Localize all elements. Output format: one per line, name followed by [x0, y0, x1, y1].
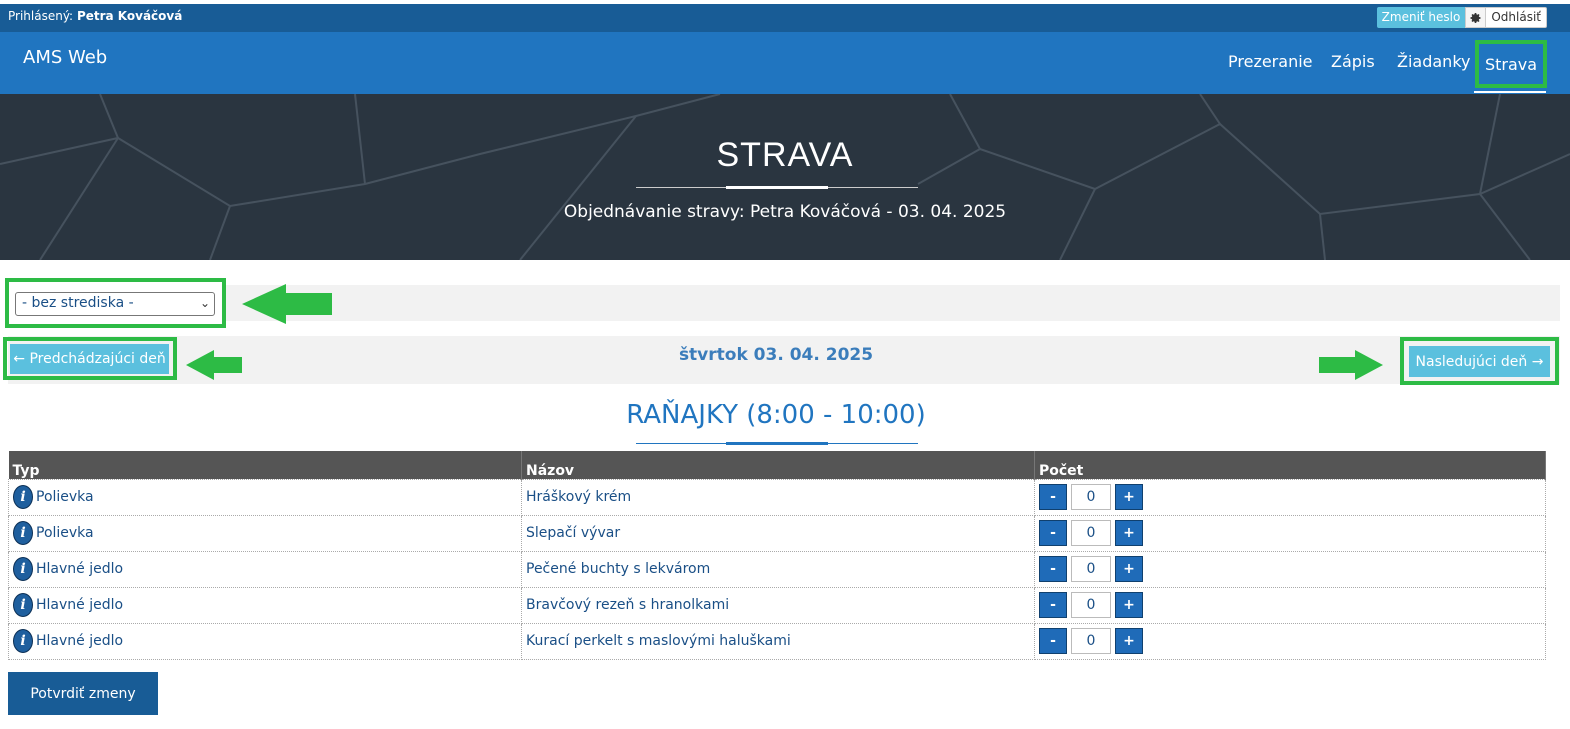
page-subtitle: Objednávanie stravy: Petra Kováčová - 03… — [563, 202, 1007, 222]
increment-button[interactable]: + — [1115, 556, 1143, 582]
table-row: i Hlavné jedlo Kurací perkelt s maslovými… — [8, 622, 1546, 660]
nav-item-strava-label: Strava — [1484, 54, 1538, 74]
cell-type: i Hlavné jedlo — [8, 586, 522, 624]
nav-item-strava[interactable]: Strava — [1475, 40, 1547, 88]
hero-banner: STRAVA Objednávanie stravy: Petra Kováčo… — [0, 94, 1570, 260]
meal-name: Slepačí vývar — [521, 514, 1035, 552]
cell-type: i Hlavné jedlo — [8, 622, 522, 660]
cell-count: -0 + — [1034, 622, 1546, 660]
meal-type[interactable]: Polievka — [36, 489, 94, 505]
meal-type[interactable]: Polievka — [36, 525, 94, 541]
meal-name: Bravčový rezeň s hranolkami — [521, 586, 1035, 624]
column-header-name: Názov — [521, 451, 1035, 479]
meal-table: Typ Názov Počet i Polievka Hráškový krém … — [8, 451, 1546, 660]
cell-count: -0 + — [1034, 586, 1546, 624]
top-bar: Prihlásený: Petra Kováčová Zmeniť heslo … — [0, 0, 1570, 32]
meal-name: Pečené buchty s lekvárom — [521, 550, 1035, 588]
cell-count: -0 + — [1034, 478, 1546, 516]
cell-count: -0 + — [1034, 514, 1546, 552]
table-row: i Hlavné jedlo Bravčový rezeň s hranolkam… — [8, 586, 1546, 624]
filter-bar — [8, 285, 1560, 321]
logout-button[interactable]: Odhlásiť — [1485, 7, 1547, 28]
account-actions: Zmeniť heslo Odhlásiť — [1376, 7, 1547, 28]
quantity-input[interactable]: 0 — [1071, 520, 1111, 546]
arrow-left-icon — [186, 350, 242, 380]
quantity-input[interactable]: 0 — [1071, 556, 1111, 582]
meal-type[interactable]: Hlavné jedlo — [36, 597, 123, 613]
page-title: STRAVA — [716, 136, 854, 174]
meal-type[interactable]: Hlavné jedlo — [36, 633, 123, 649]
active-nav-underline — [1474, 91, 1546, 93]
gear-icon — [1470, 12, 1481, 23]
next-day-highlight: Nasledujúci deň → — [1400, 337, 1559, 385]
decrement-button[interactable]: - — [1039, 484, 1067, 510]
quantity-stepper: -0 + — [1039, 628, 1541, 654]
nav-item-zapis[interactable]: Zápis — [1331, 52, 1375, 71]
center-select-value: - bez strediska - — [22, 295, 134, 311]
main-navbar: AMS Web Prezeranie Zápis Žiadanky Strava — [0, 32, 1570, 94]
title-divider-accent — [726, 186, 828, 189]
settings-button[interactable] — [1465, 7, 1486, 28]
column-header-count: Počet — [1034, 451, 1546, 479]
meal-type[interactable]: Hlavné jedlo — [36, 561, 123, 577]
hero-background-pattern — [0, 94, 1570, 260]
decrement-button[interactable]: - — [1039, 556, 1067, 582]
table-row: i Polievka Slepačí vývar -0 + — [8, 514, 1546, 552]
quantity-input[interactable]: 0 — [1071, 592, 1111, 618]
cell-type: i Hlavné jedlo — [8, 550, 522, 588]
cell-type: i Polievka — [8, 478, 522, 516]
quantity-input[interactable]: 0 — [1071, 628, 1111, 654]
meal-name: Hráškový krém — [521, 478, 1035, 516]
increment-button[interactable]: + — [1115, 592, 1143, 618]
info-icon[interactable]: i — [13, 593, 33, 617]
change-password-button[interactable]: Zmeniť heslo — [1376, 7, 1466, 28]
quantity-stepper: -0 + — [1039, 592, 1541, 618]
quantity-stepper: -0 + — [1039, 520, 1541, 546]
decrement-button[interactable]: - — [1039, 592, 1067, 618]
table-row: i Polievka Hráškový krém -0 + — [8, 478, 1546, 516]
info-icon[interactable]: i — [13, 629, 33, 653]
brand-logo[interactable]: AMS Web — [23, 47, 107, 68]
decrement-button[interactable]: - — [1039, 520, 1067, 546]
quantity-stepper: -0 + — [1039, 556, 1541, 582]
quantity-input[interactable]: 0 — [1071, 484, 1111, 510]
quantity-stepper: -0 + — [1039, 484, 1541, 510]
cell-type: i Polievka — [8, 514, 522, 552]
section-divider-accent — [726, 442, 828, 445]
info-icon[interactable]: i — [13, 557, 33, 581]
chevron-down-icon: ⌄ — [199, 296, 210, 310]
table-row: i Hlavné jedlo Pečené buchty s lekvárom -… — [8, 550, 1546, 588]
increment-button[interactable]: + — [1115, 484, 1143, 510]
meal-section-title: RAŇAJKY (8:00 - 10:00) — [626, 400, 926, 430]
nav-item-prezeranie[interactable]: Prezeranie — [1228, 52, 1313, 71]
login-label: Prihlásený: — [8, 9, 74, 23]
decrement-button[interactable]: - — [1039, 628, 1067, 654]
increment-button[interactable]: + — [1115, 628, 1143, 654]
info-icon[interactable]: i — [13, 521, 33, 545]
column-header-type: Typ — [8, 451, 522, 479]
next-day-button[interactable]: Nasledujúci deň → — [1409, 346, 1550, 377]
confirm-changes-button[interactable]: Potvrdiť zmeny — [8, 672, 158, 715]
arrow-right-icon — [1319, 350, 1383, 380]
center-select[interactable]: - bez strediska - ⌄ — [15, 292, 215, 316]
logged-user-name: Petra Kováčová — [76, 9, 183, 23]
cell-count: -0 + — [1034, 550, 1546, 588]
meal-name: Kurací perkelt s maslovými haluškami — [521, 622, 1035, 660]
info-icon[interactable]: i — [13, 485, 33, 509]
table-header-row: Typ Názov Počet — [8, 451, 1546, 479]
center-select-highlight: - bez strediska - ⌄ — [5, 278, 226, 328]
nav-item-ziadanky[interactable]: Žiadanky — [1397, 52, 1470, 71]
login-status: Prihlásený: Petra Kováčová — [8, 9, 182, 23]
increment-button[interactable]: + — [1115, 520, 1143, 546]
arrow-left-icon — [242, 284, 332, 324]
